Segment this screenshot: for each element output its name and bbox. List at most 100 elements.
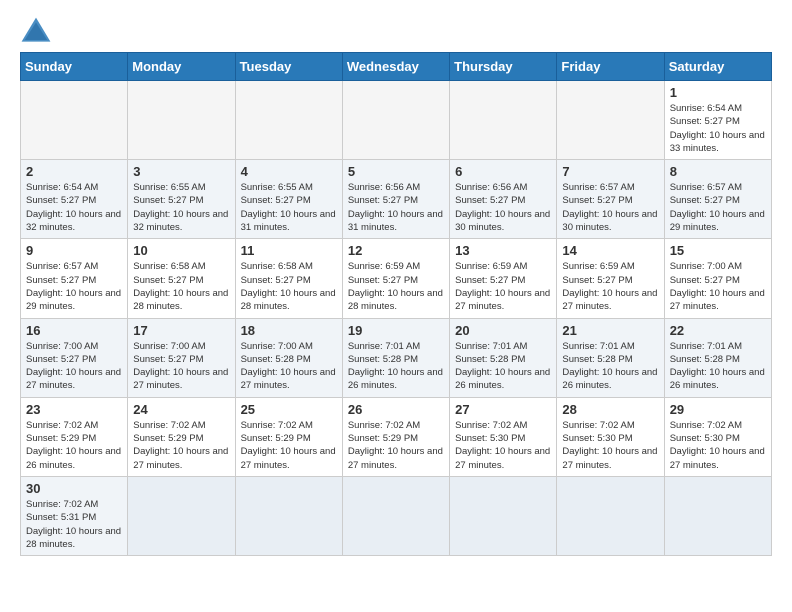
- day-number: 11: [241, 243, 337, 258]
- day-number: 2: [26, 164, 122, 179]
- calendar-day-cell: [235, 81, 342, 160]
- day-info: Sunrise: 7:02 AM Sunset: 5:30 PM Dayligh…: [562, 419, 658, 472]
- day-info: Sunrise: 7:00 AM Sunset: 5:27 PM Dayligh…: [670, 260, 766, 313]
- day-info: Sunrise: 6:56 AM Sunset: 5:27 PM Dayligh…: [348, 181, 444, 234]
- calendar-day-cell: 14 Sunrise: 6:59 AM Sunset: 5:27 PM Dayli…: [557, 239, 664, 318]
- calendar-day-cell: 12Sunrise: 6:59 AM Sunset: 5:27 PM Dayli…: [342, 239, 449, 318]
- calendar-day-cell: [450, 81, 557, 160]
- calendar-day-cell: [450, 476, 557, 555]
- day-number: 16: [26, 323, 122, 338]
- day-info: Sunrise: 7:01 AM Sunset: 5:28 PM Dayligh…: [670, 340, 766, 393]
- calendar-week-row: 9 Sunrise: 6:57 AM Sunset: 5:27 PM Daylig…: [21, 239, 772, 318]
- weekday-header-cell: Wednesday: [342, 53, 449, 81]
- calendar-day-cell: 4 Sunrise: 6:55 AM Sunset: 5:27 PM Daylig…: [235, 160, 342, 239]
- day-info: Sunrise: 7:00 AM Sunset: 5:28 PM Dayligh…: [241, 340, 337, 393]
- day-number: 8: [670, 164, 766, 179]
- calendar-day-cell: 19Sunrise: 7:01 AM Sunset: 5:28 PM Dayli…: [342, 318, 449, 397]
- weekday-header-cell: Sunday: [21, 53, 128, 81]
- calendar-day-cell: 8Sunrise: 6:57 AM Sunset: 5:27 PM Daylig…: [664, 160, 771, 239]
- calendar-day-cell: 26 Sunrise: 7:02 AM Sunset: 5:29 PM Dayli…: [342, 397, 449, 476]
- day-info: Sunrise: 7:01 AM Sunset: 5:28 PM Dayligh…: [348, 340, 444, 393]
- calendar-week-row: 30 Sunrise: 7:02 AM Sunset: 5:31 PM Dayli…: [21, 476, 772, 555]
- day-number: 23: [26, 402, 122, 417]
- calendar-day-cell: [235, 476, 342, 555]
- day-info: Sunrise: 7:00 AM Sunset: 5:27 PM Dayligh…: [26, 340, 122, 393]
- calendar-day-cell: 21 Sunrise: 7:01 AM Sunset: 5:28 PM Dayli…: [557, 318, 664, 397]
- weekday-header-cell: Friday: [557, 53, 664, 81]
- weekday-header-cell: Tuesday: [235, 53, 342, 81]
- day-info: Sunrise: 7:02 AM Sunset: 5:29 PM Dayligh…: [241, 419, 337, 472]
- calendar-day-cell: [557, 476, 664, 555]
- calendar-day-cell: 30 Sunrise: 7:02 AM Sunset: 5:31 PM Dayli…: [21, 476, 128, 555]
- calendar-day-cell: [664, 476, 771, 555]
- day-info: Sunrise: 7:02 AM Sunset: 5:30 PM Dayligh…: [455, 419, 551, 472]
- calendar-table: SundayMondayTuesdayWednesdayThursdayFrid…: [20, 52, 772, 556]
- day-info: Sunrise: 6:59 AM Sunset: 5:27 PM Dayligh…: [455, 260, 551, 313]
- day-number: 1: [670, 85, 766, 100]
- calendar-day-cell: 6 Sunrise: 6:56 AM Sunset: 5:27 PM Daylig…: [450, 160, 557, 239]
- weekday-header: SundayMondayTuesdayWednesdayThursdayFrid…: [21, 53, 772, 81]
- calendar-day-cell: [128, 476, 235, 555]
- day-info: Sunrise: 6:56 AM Sunset: 5:27 PM Dayligh…: [455, 181, 551, 234]
- day-number: 7: [562, 164, 658, 179]
- day-number: 26: [348, 402, 444, 417]
- day-number: 29: [670, 402, 766, 417]
- day-info: Sunrise: 6:55 AM Sunset: 5:27 PM Dayligh…: [133, 181, 229, 234]
- day-number: 4: [241, 164, 337, 179]
- calendar-week-row: 1 Sunrise: 6:54 AM Sunset: 5:27 PM Daylig…: [21, 81, 772, 160]
- day-info: Sunrise: 6:59 AM Sunset: 5:27 PM Dayligh…: [562, 260, 658, 313]
- calendar-day-cell: 22 Sunrise: 7:01 AM Sunset: 5:28 PM Dayli…: [664, 318, 771, 397]
- day-info: Sunrise: 7:01 AM Sunset: 5:28 PM Dayligh…: [562, 340, 658, 393]
- calendar-day-cell: [21, 81, 128, 160]
- calendar-body: 1 Sunrise: 6:54 AM Sunset: 5:27 PM Daylig…: [21, 81, 772, 556]
- day-info: Sunrise: 6:58 AM Sunset: 5:27 PM Dayligh…: [241, 260, 337, 313]
- calendar-day-cell: 3 Sunrise: 6:55 AM Sunset: 5:27 PM Daylig…: [128, 160, 235, 239]
- day-info: Sunrise: 7:02 AM Sunset: 5:29 PM Dayligh…: [26, 419, 122, 472]
- day-number: 18: [241, 323, 337, 338]
- calendar-day-cell: [342, 476, 449, 555]
- day-number: 9: [26, 243, 122, 258]
- logo-icon: [20, 16, 52, 44]
- calendar-day-cell: 7Sunrise: 6:57 AM Sunset: 5:27 PM Daylig…: [557, 160, 664, 239]
- calendar-day-cell: 18 Sunrise: 7:00 AM Sunset: 5:28 PM Dayli…: [235, 318, 342, 397]
- day-number: 30: [26, 481, 122, 496]
- day-info: Sunrise: 7:02 AM Sunset: 5:29 PM Dayligh…: [133, 419, 229, 472]
- calendar-day-cell: 23 Sunrise: 7:02 AM Sunset: 5:29 PM Dayli…: [21, 397, 128, 476]
- day-number: 21: [562, 323, 658, 338]
- calendar-day-cell: [128, 81, 235, 160]
- calendar-week-row: 23 Sunrise: 7:02 AM Sunset: 5:29 PM Dayli…: [21, 397, 772, 476]
- calendar-day-cell: 15Sunrise: 7:00 AM Sunset: 5:27 PM Dayli…: [664, 239, 771, 318]
- calendar-day-cell: 13 Sunrise: 6:59 AM Sunset: 5:27 PM Dayli…: [450, 239, 557, 318]
- day-number: 17: [133, 323, 229, 338]
- calendar-day-cell: 9 Sunrise: 6:57 AM Sunset: 5:27 PM Daylig…: [21, 239, 128, 318]
- day-number: 28: [562, 402, 658, 417]
- day-number: 25: [241, 402, 337, 417]
- day-number: 22: [670, 323, 766, 338]
- calendar-day-cell: [557, 81, 664, 160]
- logo: [20, 16, 56, 44]
- calendar-day-cell: 29Sunrise: 7:02 AM Sunset: 5:30 PM Dayli…: [664, 397, 771, 476]
- day-info: Sunrise: 7:01 AM Sunset: 5:28 PM Dayligh…: [455, 340, 551, 393]
- calendar-day-cell: 28 Sunrise: 7:02 AM Sunset: 5:30 PM Dayli…: [557, 397, 664, 476]
- calendar-day-cell: 24 Sunrise: 7:02 AM Sunset: 5:29 PM Dayli…: [128, 397, 235, 476]
- day-info: Sunrise: 6:57 AM Sunset: 5:27 PM Dayligh…: [26, 260, 122, 313]
- day-number: 6: [455, 164, 551, 179]
- day-info: Sunrise: 6:59 AM Sunset: 5:27 PM Dayligh…: [348, 260, 444, 313]
- calendar-day-cell: 25 Sunrise: 7:02 AM Sunset: 5:29 PM Dayli…: [235, 397, 342, 476]
- day-number: 13: [455, 243, 551, 258]
- day-number: 14: [562, 243, 658, 258]
- weekday-header-cell: Saturday: [664, 53, 771, 81]
- day-number: 24: [133, 402, 229, 417]
- calendar-day-cell: 10Sunrise: 6:58 AM Sunset: 5:27 PM Dayli…: [128, 239, 235, 318]
- day-info: Sunrise: 6:54 AM Sunset: 5:27 PM Dayligh…: [670, 102, 766, 155]
- day-number: 3: [133, 164, 229, 179]
- calendar-day-cell: 2 Sunrise: 6:54 AM Sunset: 5:27 PM Daylig…: [21, 160, 128, 239]
- calendar-day-cell: 11 Sunrise: 6:58 AM Sunset: 5:27 PM Dayli…: [235, 239, 342, 318]
- day-info: Sunrise: 7:02 AM Sunset: 5:31 PM Dayligh…: [26, 498, 122, 551]
- day-info: Sunrise: 6:55 AM Sunset: 5:27 PM Dayligh…: [241, 181, 337, 234]
- calendar-day-cell: 27Sunrise: 7:02 AM Sunset: 5:30 PM Dayli…: [450, 397, 557, 476]
- day-number: 5: [348, 164, 444, 179]
- day-info: Sunrise: 6:54 AM Sunset: 5:27 PM Dayligh…: [26, 181, 122, 234]
- day-info: Sunrise: 7:02 AM Sunset: 5:29 PM Dayligh…: [348, 419, 444, 472]
- calendar-day-cell: 17Sunrise: 7:00 AM Sunset: 5:27 PM Dayli…: [128, 318, 235, 397]
